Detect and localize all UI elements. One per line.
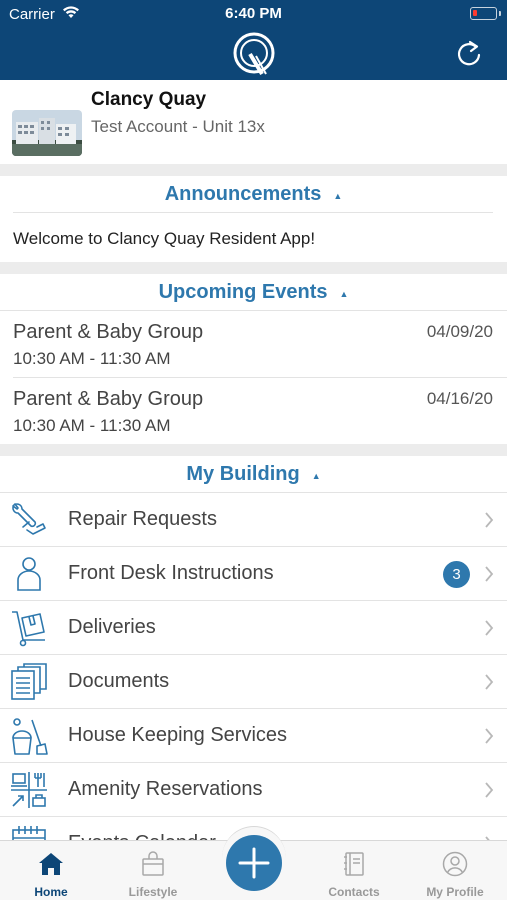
- menu-item-label: Front Desk Instructions: [68, 562, 274, 584]
- event-time: 10:30 AM - 11:30 AM: [13, 349, 171, 368]
- battery-icon: [470, 7, 501, 20]
- account-card: Clancy Quay Test Account - Unit 13x: [0, 80, 507, 164]
- event-time: 10:30 AM - 11:30 AM: [13, 416, 171, 435]
- announcements-header[interactable]: Announcements ▲: [0, 176, 507, 212]
- person-icon: [17, 557, 41, 591]
- q-logo-icon: [233, 32, 275, 76]
- menu-item-house-keeping[interactable]: House Keeping Services: [0, 709, 507, 763]
- my-building-header[interactable]: My Building ▲: [0, 456, 507, 492]
- dolly-box-icon: [12, 611, 45, 647]
- announcement-item: Welcome to Clancy Quay Resident App!: [13, 229, 316, 248]
- tab-home[interactable]: Home: [1, 841, 101, 900]
- divider-line: [13, 212, 493, 213]
- clock: 6:40 PM: [225, 5, 282, 22]
- refresh-icon[interactable]: [454, 38, 484, 68]
- menu-item-label: Repair Requests: [68, 508, 217, 530]
- tab-label: Contacts: [328, 885, 380, 899]
- app-header: [0, 28, 507, 80]
- tab-lifestyle[interactable]: Lifestyle: [103, 841, 203, 900]
- documents-icon: [11, 663, 47, 700]
- wrench-hand-icon: [12, 503, 46, 535]
- section-divider: [0, 164, 507, 176]
- user-circle-icon: [442, 851, 468, 877]
- shopping-bag-icon: [142, 851, 164, 876]
- status-bar: Carrier 6:40 PM: [0, 0, 507, 28]
- event-date: 04/09/20: [426, 322, 493, 341]
- event-item[interactable]: Parent & Baby Group 10:30 AM - 11:30 AM …: [0, 311, 507, 377]
- chevron-right-icon: [485, 674, 494, 690]
- plus-icon: [238, 847, 270, 879]
- upcoming-events-title: Upcoming Events: [158, 281, 328, 303]
- tab-label: My Profile: [426, 885, 484, 899]
- menu-item-amenity-reservations[interactable]: Amenity Reservations: [0, 763, 507, 817]
- menu-item-label: Deliveries: [68, 616, 156, 638]
- amenities-icon: [11, 772, 47, 808]
- collapse-caret-icon: ▲: [333, 190, 343, 201]
- menu-item-repair-requests[interactable]: Repair Requests: [0, 493, 507, 547]
- menu-item-deliveries[interactable]: Deliveries: [0, 601, 507, 655]
- upcoming-events-header[interactable]: Upcoming Events ▲: [0, 274, 507, 310]
- account-unit: Test Account - Unit 13x: [91, 117, 265, 136]
- cleaning-bucket-icon: [12, 718, 48, 755]
- my-building-title: My Building: [186, 463, 300, 485]
- tab-my-profile[interactable]: My Profile: [405, 841, 505, 900]
- menu-item-documents[interactable]: Documents: [0, 655, 507, 709]
- section-divider: [0, 444, 507, 456]
- event-item[interactable]: Parent & Baby Group 10:30 AM - 11:30 AM …: [0, 378, 507, 444]
- building-photo: [12, 110, 82, 156]
- menu-item-label: Amenity Reservations: [68, 778, 263, 800]
- event-title: Parent & Baby Group: [13, 388, 204, 410]
- tab-label: Lifestyle: [128, 885, 178, 899]
- section-divider: [0, 262, 507, 274]
- count-badge: 3: [443, 561, 470, 588]
- event-title: Parent & Baby Group: [13, 321, 204, 343]
- chevron-right-icon: [485, 512, 494, 528]
- contacts-book-icon: [344, 852, 364, 876]
- building-name: Clancy Quay: [91, 89, 207, 110]
- collapse-caret-icon: ▲: [339, 288, 349, 299]
- home-icon: [39, 853, 63, 875]
- add-button[interactable]: [226, 835, 282, 891]
- menu-item-label: House Keeping Services: [68, 724, 288, 746]
- menu-item-front-desk-instructions[interactable]: Front Desk Instructions 3: [0, 547, 507, 601]
- chevron-right-icon: [485, 620, 494, 636]
- chevron-right-icon: [485, 728, 494, 744]
- tab-label: Home: [34, 885, 68, 899]
- tab-contacts[interactable]: Contacts: [304, 841, 404, 900]
- announcements-title: Announcements: [164, 183, 322, 205]
- collapse-caret-icon: ▲: [311, 470, 321, 481]
- chevron-right-icon: [485, 566, 494, 582]
- event-date: 04/16/20: [426, 389, 493, 408]
- menu-item-label: Documents: [68, 670, 170, 692]
- chevron-right-icon: [485, 782, 494, 798]
